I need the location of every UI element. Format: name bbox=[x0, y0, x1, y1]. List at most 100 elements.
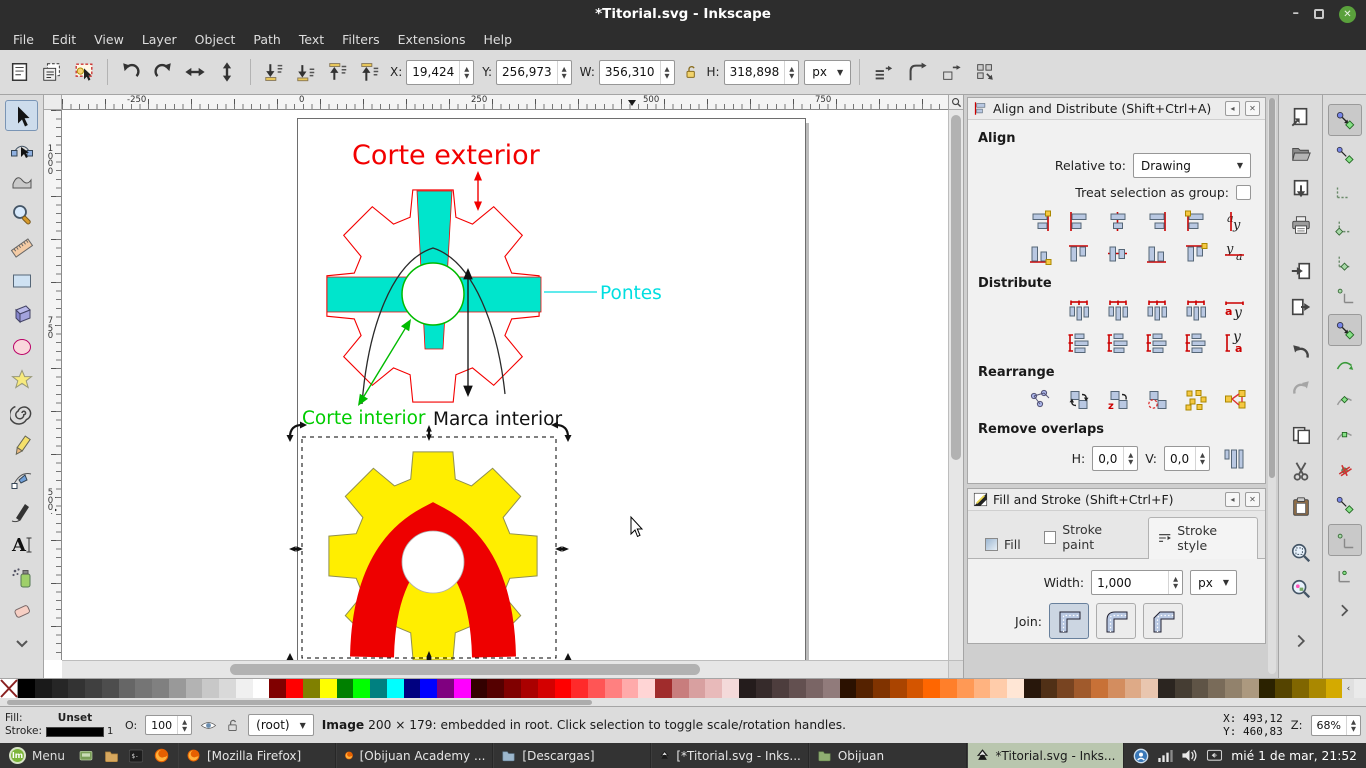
menu-extensions[interactable]: Extensions bbox=[389, 29, 475, 50]
palette-swatch[interactable] bbox=[102, 679, 119, 698]
maximize-button[interactable] bbox=[1314, 9, 1324, 19]
tool-more-tools[interactable] bbox=[5, 628, 38, 659]
tool-tweak[interactable] bbox=[5, 166, 38, 197]
join-round-button[interactable] bbox=[1096, 603, 1136, 639]
palette-swatch[interactable] bbox=[404, 679, 421, 698]
palette-swatch[interactable] bbox=[253, 679, 270, 698]
snap-bbox-edges-button[interactable] bbox=[1328, 174, 1362, 206]
menu-object[interactable]: Object bbox=[186, 29, 245, 50]
export-image-button[interactable] bbox=[1284, 291, 1318, 323]
tool-rectangle[interactable] bbox=[5, 265, 38, 296]
panel-close-button[interactable]: ✕ bbox=[1245, 101, 1260, 116]
tool-zoom[interactable] bbox=[5, 199, 38, 230]
palette-swatch[interactable] bbox=[689, 679, 706, 698]
close-button[interactable]: ✕ bbox=[1339, 6, 1356, 23]
distribute-text-vertical-button[interactable]: ya bbox=[1216, 328, 1253, 357]
zoom-to-drawing-button[interactable] bbox=[1284, 573, 1318, 605]
menu-path[interactable]: Path bbox=[244, 29, 289, 50]
palette-swatch[interactable] bbox=[1074, 679, 1091, 698]
palette-swatch[interactable] bbox=[588, 679, 605, 698]
zoom-to-selection-button[interactable] bbox=[1284, 537, 1318, 569]
launcher-show-desktop[interactable] bbox=[74, 743, 99, 768]
lower-button[interactable] bbox=[291, 57, 321, 87]
palette-swatch[interactable] bbox=[186, 679, 203, 698]
taskbar-window-button[interactable]: Obijuan bbox=[809, 743, 967, 768]
deselect-button[interactable] bbox=[69, 57, 99, 87]
palette-swatch[interactable] bbox=[487, 679, 504, 698]
palette-swatch[interactable] bbox=[202, 679, 219, 698]
palette-scrollbar[interactable] bbox=[0, 698, 1366, 706]
palette-swatch[interactable] bbox=[890, 679, 907, 698]
palette-swatch[interactable] bbox=[605, 679, 622, 698]
palette-swatch[interactable] bbox=[772, 679, 789, 698]
snap-bounding-box-button[interactable] bbox=[1328, 139, 1362, 171]
snap-path-intersections-button[interactable] bbox=[1328, 384, 1362, 416]
dock-scrollbar[interactable] bbox=[1268, 98, 1276, 674]
flip-vertical-button[interactable] bbox=[212, 57, 242, 87]
palette-swatch[interactable] bbox=[1292, 679, 1309, 698]
save-document-button[interactable] bbox=[1284, 173, 1318, 205]
launcher-files[interactable] bbox=[99, 743, 124, 768]
distribute-text-horizontal-button[interactable]: ay bbox=[1216, 296, 1253, 325]
palette-swatch[interactable] bbox=[521, 679, 538, 698]
open-document-button[interactable] bbox=[1284, 137, 1318, 169]
palette-swatch[interactable] bbox=[1326, 679, 1343, 698]
tool-node-editor[interactable] bbox=[5, 133, 38, 164]
align-right-to-anchor-button[interactable] bbox=[1021, 207, 1058, 236]
volume-icon[interactable] bbox=[1181, 748, 1198, 763]
distribute-bottom-edges-button[interactable] bbox=[1138, 328, 1175, 357]
palette-swatch[interactable] bbox=[454, 679, 471, 698]
palette-swatch[interactable] bbox=[1175, 679, 1192, 698]
align-center-horizontal-button[interactable] bbox=[1099, 207, 1136, 236]
snap-enabled-button[interactable] bbox=[1328, 104, 1362, 136]
stroke-width-field[interactable]: 1,000▲▼ bbox=[1091, 570, 1183, 595]
palette-swatch[interactable] bbox=[571, 679, 588, 698]
taskbar-window-button[interactable]: [Obijuan Academy ... bbox=[336, 743, 494, 768]
palette-scroll-left-icon[interactable]: ‹ bbox=[1342, 679, 1354, 698]
align-right-edges-button[interactable] bbox=[1138, 207, 1175, 236]
update-shield-icon[interactable] bbox=[1133, 748, 1149, 764]
randomize-positions-button[interactable] bbox=[1177, 385, 1214, 414]
palette-swatch[interactable] bbox=[18, 679, 35, 698]
layer-visibility-icon[interactable] bbox=[200, 717, 217, 734]
tool-spray[interactable] bbox=[5, 562, 38, 593]
palette-swatch[interactable] bbox=[437, 679, 454, 698]
palette-swatch[interactable] bbox=[152, 679, 169, 698]
tab-stroke-style[interactable]: Stroke style bbox=[1148, 517, 1258, 559]
palette-swatch[interactable] bbox=[504, 679, 521, 698]
snap-others-button[interactable] bbox=[1328, 524, 1362, 556]
display-icon[interactable] bbox=[1206, 749, 1223, 763]
palette-swatch[interactable] bbox=[471, 679, 488, 698]
palette-swatch[interactable] bbox=[353, 679, 370, 698]
treat-group-checkbox[interactable] bbox=[1236, 185, 1251, 200]
network-signal-icon[interactable] bbox=[1157, 749, 1173, 763]
palette-swatch[interactable] bbox=[789, 679, 806, 698]
menu-view[interactable]: View bbox=[85, 29, 133, 50]
panel-close-button[interactable]: ✕ bbox=[1245, 492, 1260, 507]
layer-combo[interactable]: (root)▼ bbox=[248, 714, 314, 736]
align-panel-header[interactable]: Align and Distribute (Shift+Ctrl+A) ◂ ✕ bbox=[968, 98, 1265, 120]
affect-rounded-corners-button[interactable] bbox=[902, 57, 932, 87]
distribute-equal-horizontal-gaps-button[interactable] bbox=[1177, 296, 1214, 325]
import-image-button[interactable] bbox=[1284, 255, 1318, 287]
more-snap-options-button[interactable] bbox=[1328, 594, 1362, 626]
palette-swatch[interactable] bbox=[370, 679, 387, 698]
palette-swatch[interactable] bbox=[1225, 679, 1242, 698]
join-miter-button[interactable] bbox=[1049, 603, 1089, 639]
undo-button[interactable] bbox=[1284, 337, 1318, 369]
exchange-z-order-button[interactable]: z bbox=[1099, 385, 1136, 414]
palette-swatch[interactable] bbox=[420, 679, 437, 698]
palette-swatch[interactable] bbox=[622, 679, 639, 698]
dock-scroll-thumb[interactable] bbox=[1269, 98, 1275, 478]
snap-nodes-button[interactable] bbox=[1328, 314, 1362, 346]
menu-help[interactable]: Help bbox=[475, 29, 522, 50]
horizontal-ruler[interactable]: -2500250500750 bbox=[62, 95, 948, 110]
new-document-button[interactable] bbox=[1284, 101, 1318, 133]
tool-measure[interactable] bbox=[5, 232, 38, 263]
align-top-edges-button[interactable] bbox=[1060, 239, 1097, 268]
align-text-vertical-button[interactable]: ya bbox=[1216, 239, 1253, 268]
palette-swatch[interactable] bbox=[169, 679, 186, 698]
snap-bbox-edge-midpoints-button[interactable] bbox=[1328, 244, 1362, 276]
palette-swatch[interactable] bbox=[974, 679, 991, 698]
palette-swatch[interactable] bbox=[722, 679, 739, 698]
